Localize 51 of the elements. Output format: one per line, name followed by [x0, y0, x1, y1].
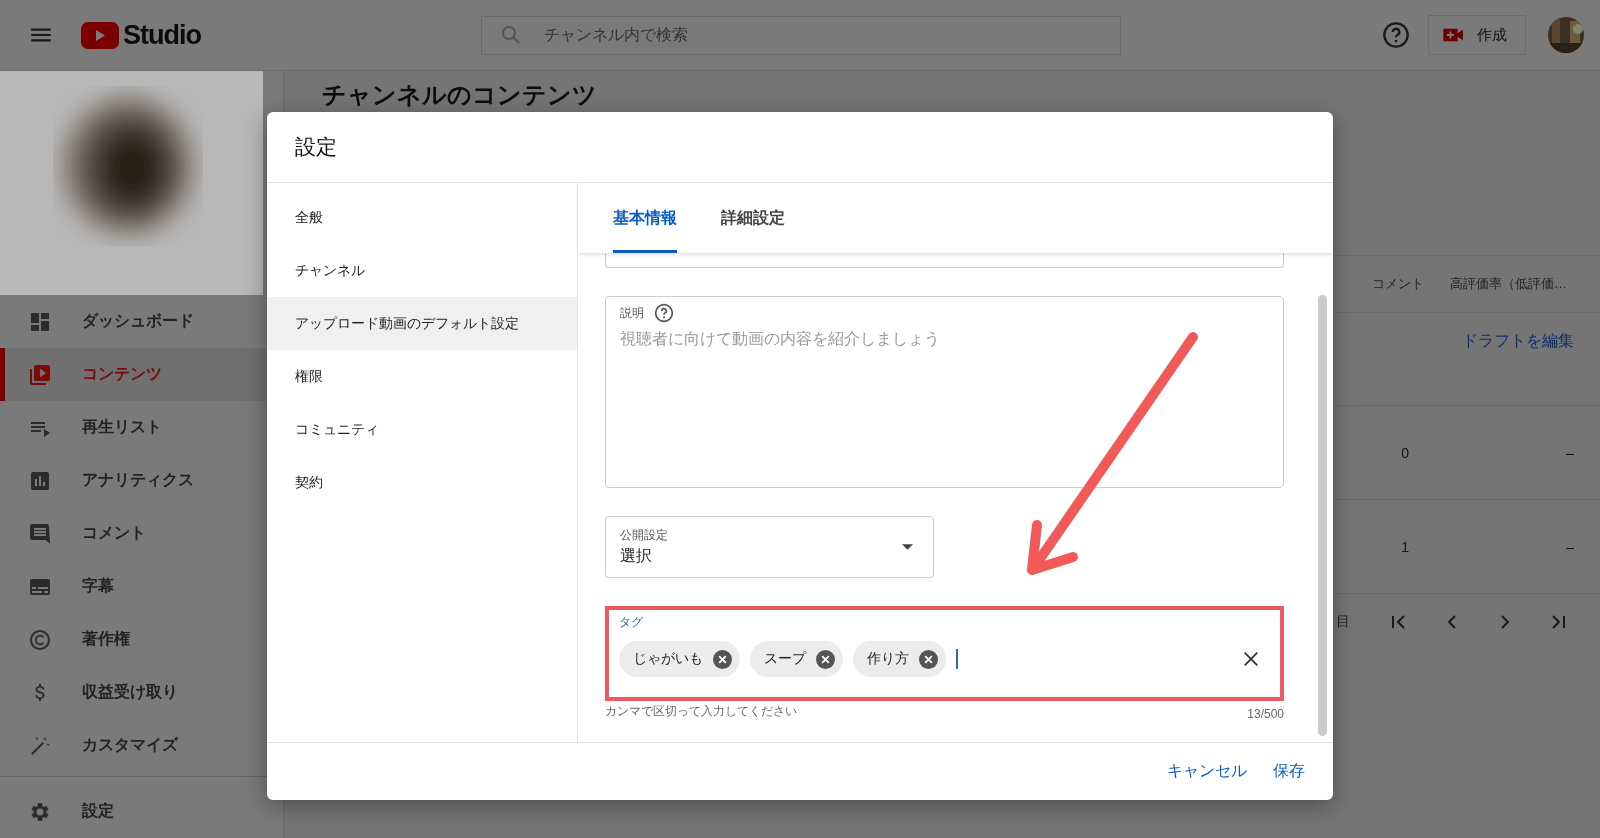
tab[interactable]: 詳細設定	[721, 183, 785, 253]
play-logo-icon	[81, 21, 119, 49]
column-header: コメント	[1371, 275, 1425, 293]
table-cell: –	[1566, 538, 1574, 555]
sidebar-item[interactable]: 字幕	[0, 560, 283, 613]
logo-text: Studio	[123, 19, 201, 51]
field-label: 説明	[620, 304, 644, 322]
sidebar-item[interactable]: 設定	[0, 785, 283, 838]
page-range-text: 目	[1336, 613, 1350, 631]
copyright-icon	[28, 627, 52, 652]
character-counter: 13/500	[1247, 707, 1284, 721]
table-cell: 1	[1401, 538, 1409, 555]
table-cell: –	[1566, 444, 1574, 461]
remove-icon[interactable]	[816, 649, 835, 669]
tag-chip[interactable]: じゃがいも	[619, 641, 740, 677]
video-camera-icon	[1443, 27, 1465, 43]
sidebar-item[interactable]: コメント	[0, 507, 283, 560]
tab[interactable]: 基本情報	[613, 183, 677, 253]
comment-icon	[28, 521, 52, 546]
placeholder-text: 視聴者に向けて動画の内容を紹介しましょう	[620, 329, 941, 349]
save-button[interactable]: 保存	[1265, 755, 1313, 788]
hint-text: カンマで区切って入力してください	[605, 703, 797, 720]
tag-chip[interactable]: 作り方	[853, 641, 946, 677]
caret-icon	[902, 544, 913, 550]
cancel-button[interactable]: キャンセル	[1159, 755, 1255, 788]
text-cursor	[956, 649, 958, 669]
tag-chip[interactable]: スープ	[750, 641, 843, 677]
sidebar-item[interactable]: カスタマイズ	[0, 719, 283, 772]
create-button[interactable]: 作成	[1428, 15, 1526, 55]
settings-nav-item[interactable]: チャンネル	[267, 244, 577, 297]
sidebar-item[interactable]: 著作権	[0, 613, 283, 666]
help-icon[interactable]	[654, 303, 674, 323]
search-field[interactable]: チャンネル内で検索	[481, 15, 1121, 55]
sidebar-item[interactable]: 収益受け取り	[0, 666, 283, 719]
description-field[interactable]: 説明 視聴者に向けて動画の内容を紹介しましょう	[605, 296, 1284, 488]
page-title: チャンネルのコンテンツ	[322, 80, 598, 110]
settings-nav-item[interactable]: アップロード動画のデフォルト設定	[267, 297, 577, 350]
remove-icon[interactable]	[919, 649, 938, 669]
column-header: 高評価率（低評価…	[1449, 275, 1568, 293]
remove-icon[interactable]	[713, 649, 732, 669]
play-icon	[28, 362, 52, 387]
scrollbar[interactable]	[1318, 295, 1327, 736]
visibility-dropdown[interactable]: 公開設定 選択	[605, 516, 934, 578]
help-icon[interactable]	[1382, 21, 1410, 49]
table-cell: 0	[1401, 444, 1409, 461]
settings-nav-item[interactable]: 全般	[267, 191, 577, 244]
title-field[interactable]	[605, 253, 1284, 268]
field-label: タグ	[619, 614, 644, 631]
close-icon[interactable]	[1242, 650, 1260, 668]
tags-field[interactable]: タグ じゃがいも スープ 作り方	[605, 606, 1284, 701]
dialog-title: 設定	[295, 134, 337, 160]
